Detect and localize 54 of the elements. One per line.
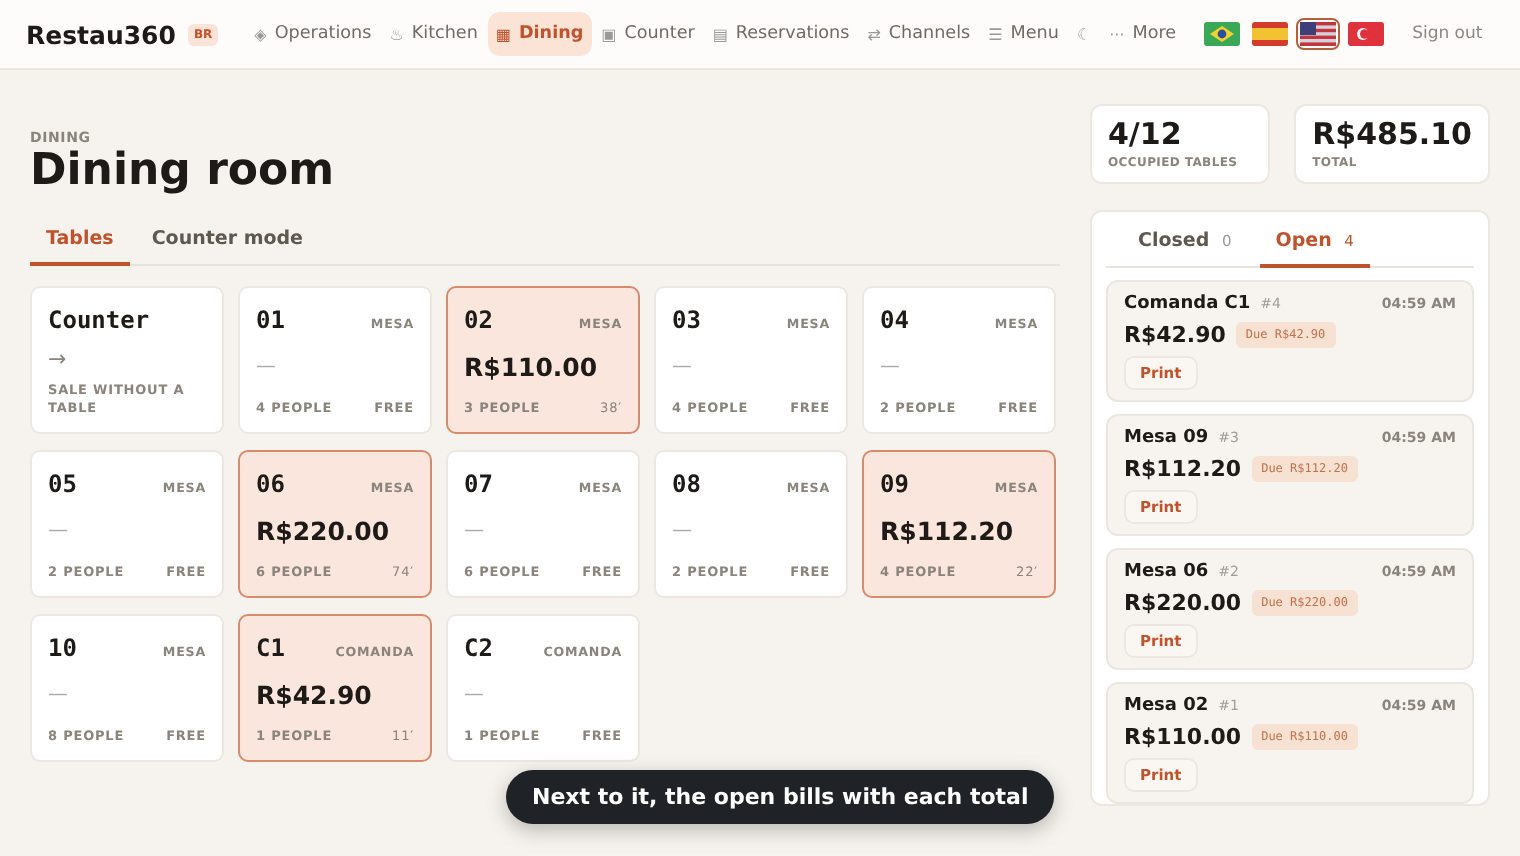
- stat-value: 4/12: [1108, 116, 1184, 152]
- table-amount: —: [880, 356, 902, 378]
- table-amount: —: [672, 356, 694, 378]
- table-number: C1: [256, 634, 285, 662]
- bill-title: Mesa 06: [1124, 562, 1209, 582]
- nav-tab[interactable]: ▤ Reservations: [704, 12, 858, 56]
- table-number: 10: [48, 634, 77, 662]
- table-amount: R$110.00: [464, 352, 600, 382]
- page-title: Dining room: [30, 146, 337, 198]
- nav-tab[interactable]: ··· More: [1101, 12, 1185, 56]
- nav-tab[interactable]: ♨ Kitchen: [381, 12, 486, 56]
- table-amount: —: [464, 684, 486, 706]
- bill-amount: R$110.00: [1124, 724, 1242, 750]
- nav-tab[interactable]: ▣ Counter: [593, 12, 703, 56]
- sign-out-link[interactable]: Sign out: [1400, 22, 1495, 46]
- table-number: 07: [464, 470, 493, 498]
- table-amount: R$42.90: [256, 680, 374, 710]
- table-number: C2: [464, 634, 493, 662]
- table-number: 06: [256, 470, 285, 498]
- table-number: 04: [880, 306, 909, 334]
- language-flag[interactable]: [1200, 18, 1245, 50]
- nav-tab[interactable]: ◈ Operations: [246, 12, 380, 56]
- language-flag[interactable]: [1248, 18, 1293, 50]
- table-number: 05: [48, 470, 77, 498]
- language-flag[interactable]: [1296, 18, 1341, 50]
- table-amount: —: [464, 520, 486, 542]
- table-amount: —: [48, 520, 70, 542]
- table-amount: —: [48, 684, 70, 706]
- card-title: Counter: [48, 306, 152, 334]
- view-tab[interactable]: Counter mode: [135, 218, 319, 266]
- bill-title: Comanda C1: [1124, 294, 1251, 314]
- bill-title: Mesa 09: [1124, 428, 1209, 448]
- language-flag[interactable]: [1344, 18, 1389, 50]
- table-number: 09: [880, 470, 909, 498]
- hint-toast: Next to it, the open bills with each total: [506, 770, 1055, 824]
- bill-amount: R$112.20: [1124, 456, 1242, 482]
- table-number: 03: [672, 306, 701, 334]
- arrow-text: →: [48, 345, 69, 371]
- table-amount: R$220.00: [256, 516, 392, 546]
- table-number: 02: [464, 306, 493, 334]
- bill-title: Mesa 02: [1124, 696, 1209, 716]
- nav-tab[interactable]: ▦ Dining: [487, 12, 592, 56]
- table-amount: R$112.20: [880, 516, 1016, 546]
- bill-amount: R$220.00: [1124, 590, 1242, 616]
- view-tab[interactable]: Tables: [30, 218, 130, 266]
- nav-tab[interactable]: ⇄ Channels: [859, 12, 979, 56]
- table-amount: —: [672, 520, 694, 542]
- stat-value: R$485.10: [1312, 116, 1472, 152]
- logo-text: Restau360: [26, 19, 176, 49]
- nav-tab[interactable]: ☰ Menu: [980, 12, 1067, 56]
- bill-amount: R$42.90: [1124, 322, 1226, 348]
- table-number: 01: [256, 306, 285, 334]
- table-number: 08: [672, 470, 701, 498]
- table-amount: —: [256, 356, 278, 378]
